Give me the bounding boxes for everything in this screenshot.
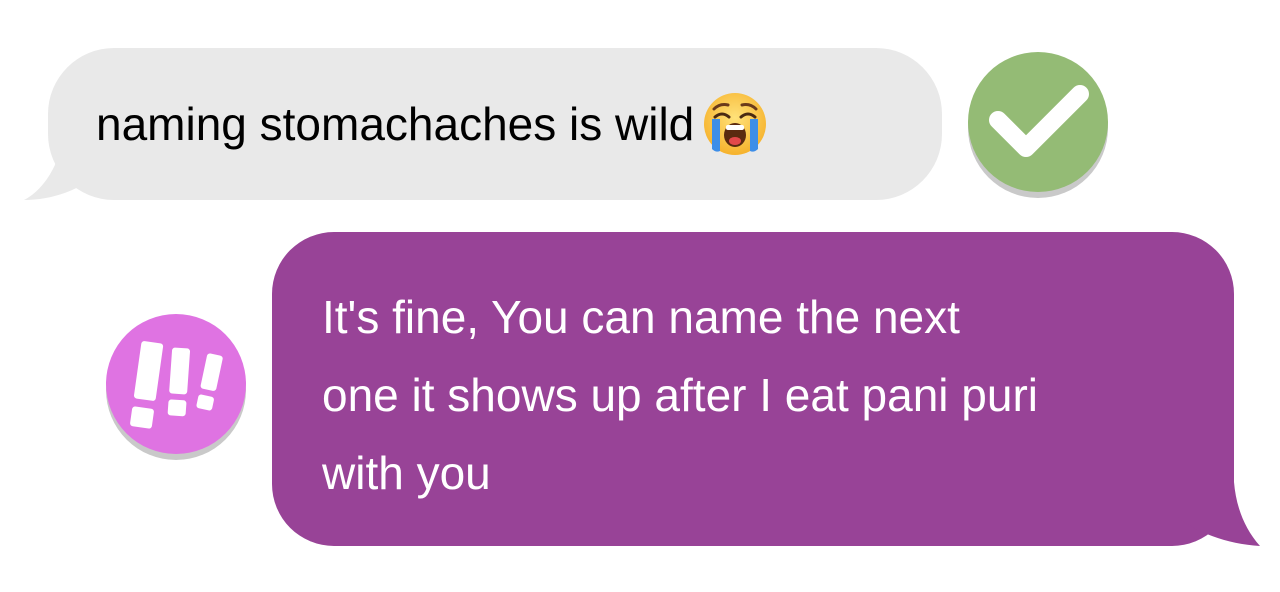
received-message-text: naming stomachaches is wild (96, 98, 695, 150)
sent-message-line-1: It's fine, You can name the next (322, 291, 960, 343)
sent-message-bubble[interactable]: It's fine, You can name the next one it … (272, 232, 1234, 546)
received-message-bubble[interactable]: naming stomachaches is wild (48, 48, 942, 200)
exclamation-marks-icon[interactable] (102, 312, 250, 460)
sent-message-line-3: with you (322, 447, 491, 499)
loudly-crying-face-icon (704, 93, 767, 155)
sent-bubble-tail (1176, 482, 1260, 546)
sent-message-line-2: one it shows up after I eat pani puri (322, 369, 1038, 421)
checkmark-icon[interactable] (964, 50, 1112, 198)
